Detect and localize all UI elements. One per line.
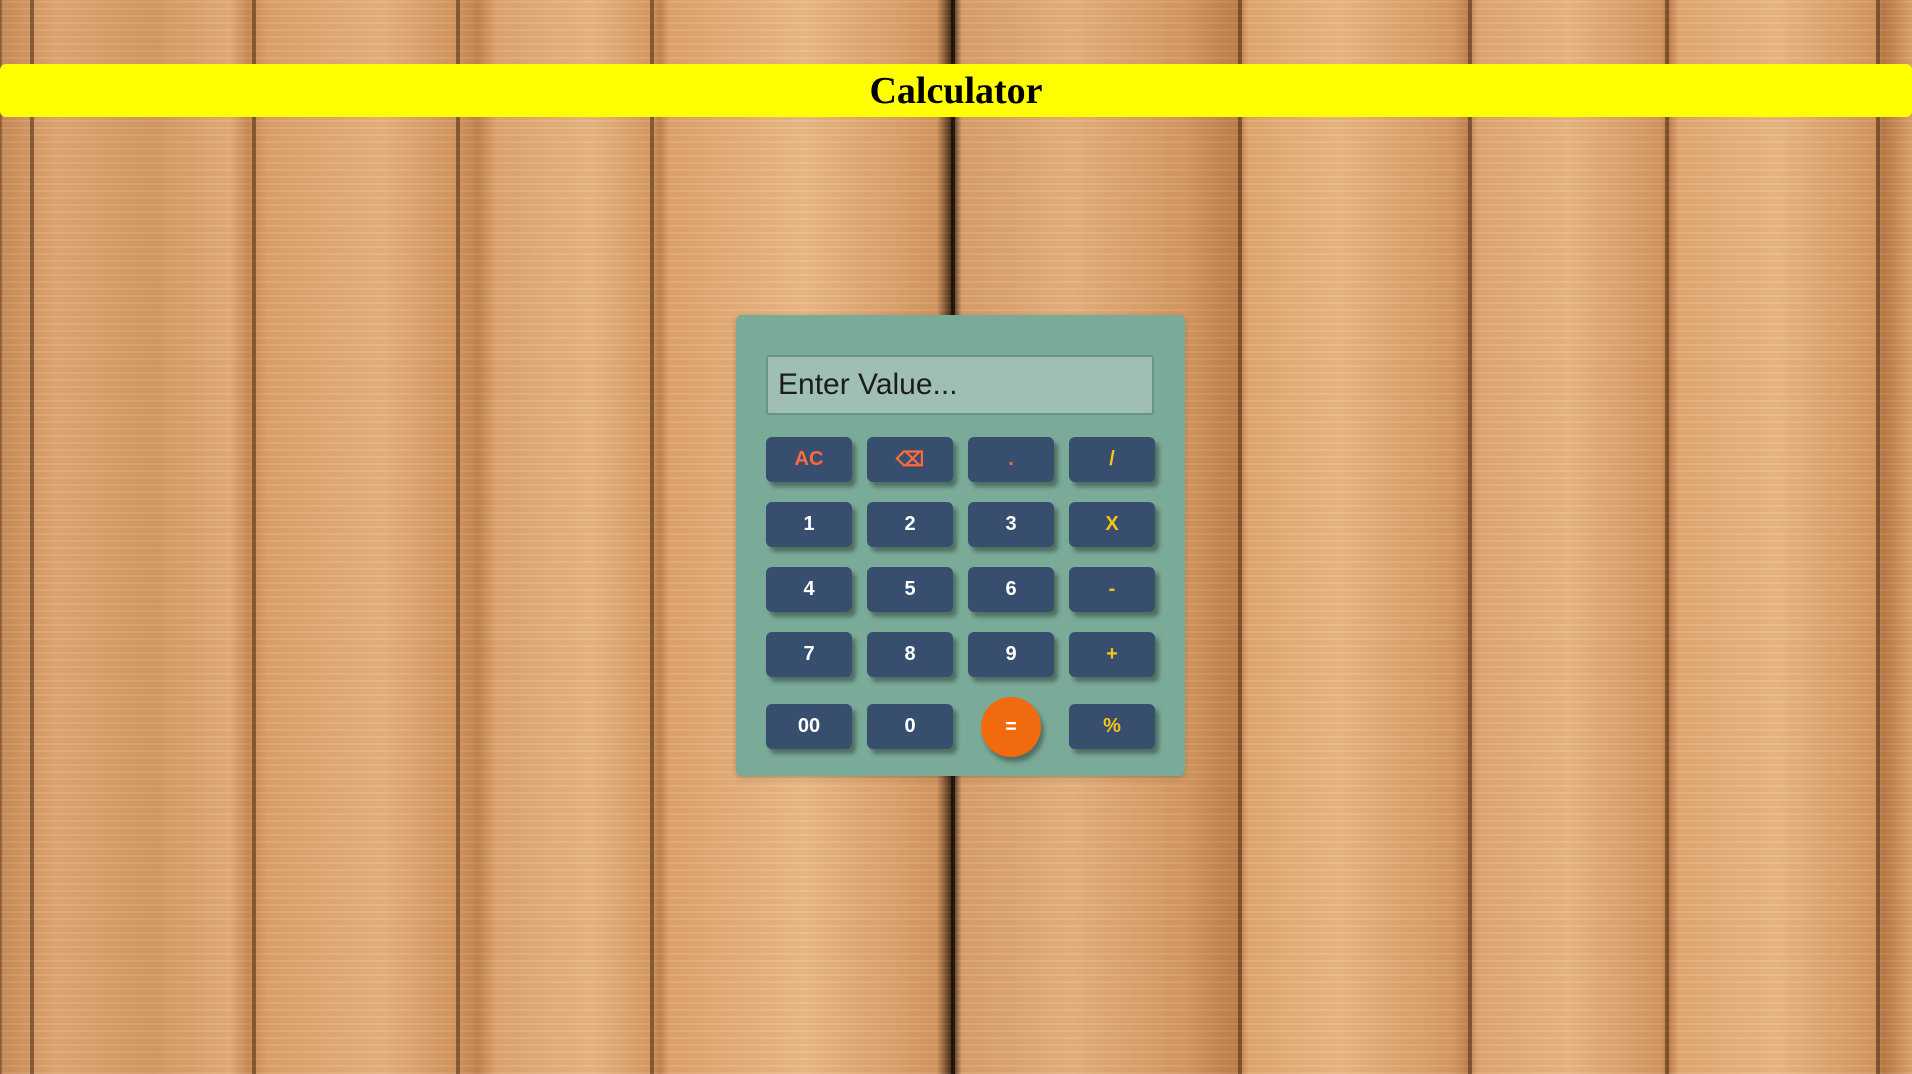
digit-3-button[interactable]: 3 [968, 502, 1054, 547]
digit-2-button[interactable]: 2 [867, 502, 953, 547]
decimal-point-button[interactable]: . [968, 437, 1054, 482]
digit-6-button[interactable]: 6 [968, 567, 1054, 612]
digit-0-button[interactable]: 0 [867, 704, 953, 749]
plank-seam [1876, 0, 1880, 1074]
page-title: Calculator [869, 69, 1043, 112]
backspace-button[interactable]: ⌫ [867, 437, 953, 482]
digit-8-button[interactable]: 8 [867, 632, 953, 677]
divide-button[interactable]: / [1069, 437, 1155, 482]
plank-seam [252, 0, 256, 1074]
double-zero-button[interactable]: 00 [766, 704, 852, 749]
multiply-button[interactable]: X [1069, 502, 1155, 547]
digit-9-button[interactable]: 9 [968, 632, 1054, 677]
calculator-display-input[interactable] [766, 355, 1154, 415]
subtract-button[interactable]: - [1069, 567, 1155, 612]
plank-seam [30, 0, 34, 1074]
calculator-body: AC ⌫ . / 1 2 3 X 4 5 6 - 7 8 9 + 00 0 = … [736, 315, 1185, 776]
plank-seam [1238, 0, 1242, 1074]
plank-seam [650, 0, 654, 1074]
plank-seam [1468, 0, 1472, 1074]
digit-5-button[interactable]: 5 [867, 567, 953, 612]
equals-button[interactable]: = [981, 697, 1041, 757]
add-button[interactable]: + [1069, 632, 1155, 677]
header-bar: Calculator [0, 64, 1912, 117]
digit-7-button[interactable]: 7 [766, 632, 852, 677]
digit-1-button[interactable]: 1 [766, 502, 852, 547]
percent-button[interactable]: % [1069, 704, 1155, 749]
digit-4-button[interactable]: 4 [766, 567, 852, 612]
plank-seam [1665, 0, 1669, 1074]
plank-seam [456, 0, 460, 1074]
all-clear-button[interactable]: AC [766, 437, 852, 482]
